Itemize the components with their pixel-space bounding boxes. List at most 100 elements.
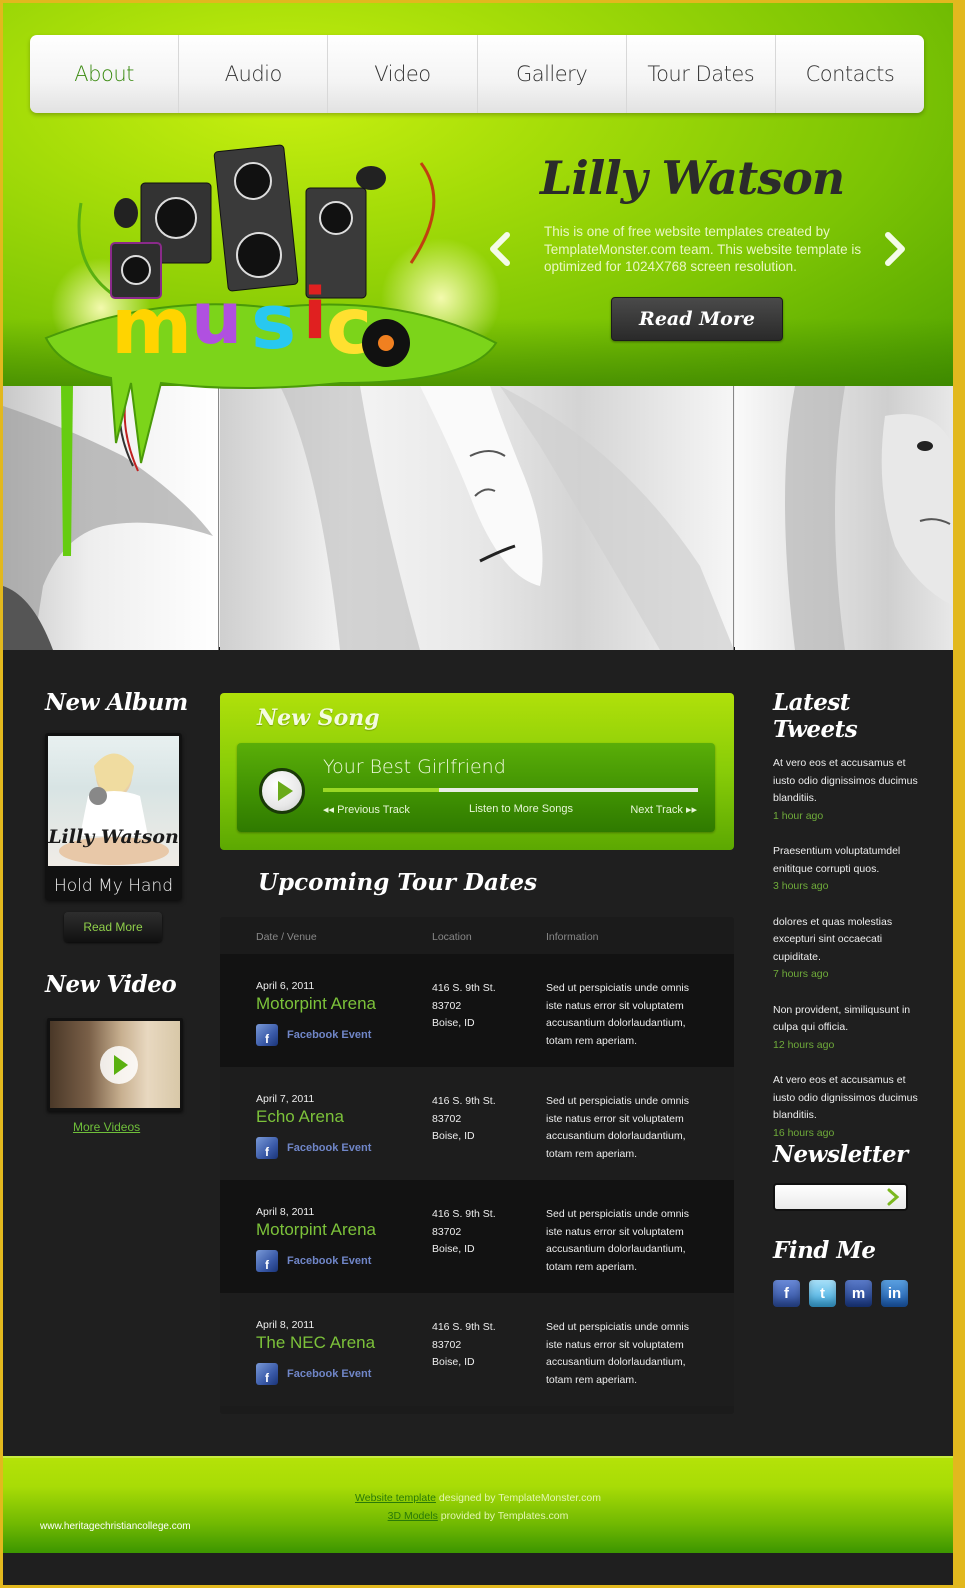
facebook-event-link[interactable]: f Facebook Event	[256, 1363, 371, 1385]
tweet-time[interactable]: 1 hour ago	[773, 808, 923, 826]
play-button[interactable]	[259, 768, 305, 814]
footer-site-watermark: www.heritagechristiancollege.com	[40, 1521, 191, 1532]
event-location: 416 S. 9th St. 83702 Boise, ID	[432, 1206, 496, 1259]
audio-player: Your Best Girlfriend ◂◂ Previous Track L…	[237, 743, 715, 832]
tweet-text: At vero eos et accusamus et iusto odio d…	[773, 757, 918, 804]
tweet-item: Non provident, similiqusunt in culpa qui…	[773, 1002, 923, 1055]
hero-title: Lilly Watson	[540, 151, 845, 205]
tweet-time[interactable]: 12 hours ago	[773, 1037, 923, 1055]
new-video-heading: New Video	[45, 971, 177, 998]
facebook-icon: f	[256, 1137, 278, 1159]
event-venue-link[interactable]: Motorpint Arena	[256, 1220, 376, 1240]
nav-item-tour-dates[interactable]: Tour Dates	[627, 35, 776, 113]
event-venue-link[interactable]: Motorpint Arena	[256, 994, 376, 1014]
facebook-icon: f	[256, 1363, 278, 1385]
track-progress-bar[interactable]	[323, 788, 698, 792]
location-zip: 83702	[432, 1225, 462, 1238]
previous-track-button[interactable]: ◂◂ Previous Track	[323, 803, 410, 816]
location-street: 416 S. 9th St.	[432, 1095, 496, 1107]
new-song-panel: New Song Your Best Girlfriend ◂◂ Previou…	[220, 693, 734, 850]
table-row: April 6, 2011 Motorpint Arena f Facebook…	[220, 954, 734, 1067]
previous-track-label: Previous Track	[337, 804, 410, 816]
event-location: 416 S. 9th St. 83702 Boise, ID	[432, 980, 496, 1033]
nav-item-about[interactable]: About	[30, 35, 180, 113]
facebook-icon: f	[256, 1250, 278, 1272]
event-info: Sed ut perspiciatis unde omnis iste natu…	[546, 1208, 689, 1273]
listen-more-link[interactable]: Listen to More Songs	[469, 803, 573, 815]
footer-credit-text: provided by Templates.com	[437, 1510, 569, 1522]
event-date: April 8, 2011	[256, 1319, 315, 1331]
facebook-event-label: Facebook Event	[287, 1142, 372, 1154]
slider-next-button[interactable]	[882, 231, 908, 267]
fast-forward-icon: ▸▸	[682, 804, 697, 816]
album-artist: Lilly Watson	[48, 826, 179, 848]
event-date: April 7, 2011	[256, 1093, 315, 1105]
location-city: Boise, ID	[432, 1356, 475, 1368]
website-template-link[interactable]: Website template	[355, 1492, 436, 1504]
next-track-button[interactable]: Next Track ▸▸	[630, 803, 697, 816]
nav-item-video[interactable]: Video	[328, 35, 478, 113]
rewind-icon: ◂◂	[323, 804, 338, 816]
newsletter-heading: Newsletter	[773, 1141, 908, 1168]
event-date: April 6, 2011	[256, 980, 315, 992]
location-zip: 83702	[432, 999, 462, 1012]
find-me-heading: Find Me	[773, 1237, 876, 1264]
svg-text:s: s	[251, 277, 296, 366]
column-location: Location	[432, 931, 472, 943]
3d-models-link[interactable]: 3D Models	[388, 1510, 438, 1522]
newsletter-form	[773, 1183, 908, 1211]
event-venue-link[interactable]: Echo Arena	[256, 1107, 344, 1127]
footer: Website template designed by TemplateMon…	[3, 1456, 953, 1553]
table-row: April 7, 2011 Echo Arena f Facebook Even…	[220, 1067, 734, 1180]
hero-banner: About Audio Video Gallery Tour Dates Con…	[3, 3, 953, 464]
facebook-event-label: Facebook Event	[287, 1255, 372, 1267]
location-zip: 83702	[432, 1112, 462, 1125]
svg-text:m: m	[111, 282, 192, 372]
facebook-icon: f	[256, 1024, 278, 1046]
tweet-time[interactable]: 3 hours ago	[773, 878, 923, 896]
nav-item-gallery[interactable]: Gallery	[478, 35, 627, 113]
linkedin-icon[interactable]: in	[881, 1280, 908, 1307]
event-location: 416 S. 9th St. 83702 Boise, ID	[432, 1093, 496, 1146]
facebook-event-link[interactable]: f Facebook Event	[256, 1250, 371, 1272]
location-city: Boise, ID	[432, 1130, 475, 1142]
tweet-item: At vero eos et accusamus et iusto odio d…	[773, 755, 923, 825]
location-city: Boise, ID	[432, 1017, 475, 1029]
event-location: 416 S. 9th St. 83702 Boise, ID	[432, 1319, 496, 1372]
video-thumbnail[interactable]	[47, 1018, 183, 1111]
tweet-time[interactable]: 7 hours ago	[773, 966, 923, 984]
photo-right	[735, 386, 953, 650]
more-videos-link[interactable]: More Videos	[73, 1120, 140, 1134]
latest-tweets-heading: Latest Tweets	[773, 689, 858, 743]
play-icon[interactable]	[100, 1046, 138, 1084]
new-song-heading: New Song	[257, 705, 380, 731]
svg-text:c: c	[326, 282, 372, 372]
footer-credit-1: Website template designed by TemplateMon…	[3, 1492, 953, 1504]
tweet-time[interactable]: 16 hours ago	[773, 1125, 923, 1143]
newsletter-email-input[interactable]	[779, 1188, 879, 1206]
tweet-text: Praesentium voluptatumdel enititque corr…	[773, 845, 901, 875]
nav-item-audio[interactable]: Audio	[179, 35, 329, 113]
location-zip: 83702	[432, 1338, 462, 1351]
myspace-icon[interactable]: m	[845, 1280, 872, 1307]
tweet-text: dolores et quas molestias excepturi sint…	[773, 915, 893, 963]
location-street: 416 S. 9th St.	[432, 982, 496, 994]
tweet-item: dolores et quas molestias excepturi sint…	[773, 914, 923, 984]
album-card[interactable]: Lilly Watson Hold My Hand	[45, 733, 182, 900]
table-header: Date / Venue Location Information	[220, 917, 734, 954]
main-nav: About Audio Video Gallery Tour Dates Con…	[30, 35, 924, 113]
track-name: Your Best Girlfriend	[323, 756, 506, 778]
facebook-event-link[interactable]: f Facebook Event	[256, 1024, 371, 1046]
event-venue-link[interactable]: The NEC Arena	[256, 1333, 375, 1353]
video-image	[50, 1021, 180, 1108]
twitter-icon[interactable]: t	[809, 1280, 836, 1307]
facebook-icon[interactable]: f	[773, 1280, 800, 1307]
event-info: Sed ut perspiciatis unde omnis iste natu…	[546, 1095, 689, 1160]
hero-description: This is one of free website templates cr…	[544, 224, 862, 274]
hero-read-more-button[interactable]: Read More	[611, 297, 783, 341]
newsletter-submit-chevron-icon[interactable]	[886, 1188, 900, 1206]
tweet-item: Praesentium voluptatumdel enititque corr…	[773, 843, 923, 896]
facebook-event-link[interactable]: f Facebook Event	[256, 1137, 371, 1159]
nav-item-contacts[interactable]: Contacts	[776, 35, 924, 113]
album-read-more-button[interactable]: Read More	[64, 912, 162, 942]
